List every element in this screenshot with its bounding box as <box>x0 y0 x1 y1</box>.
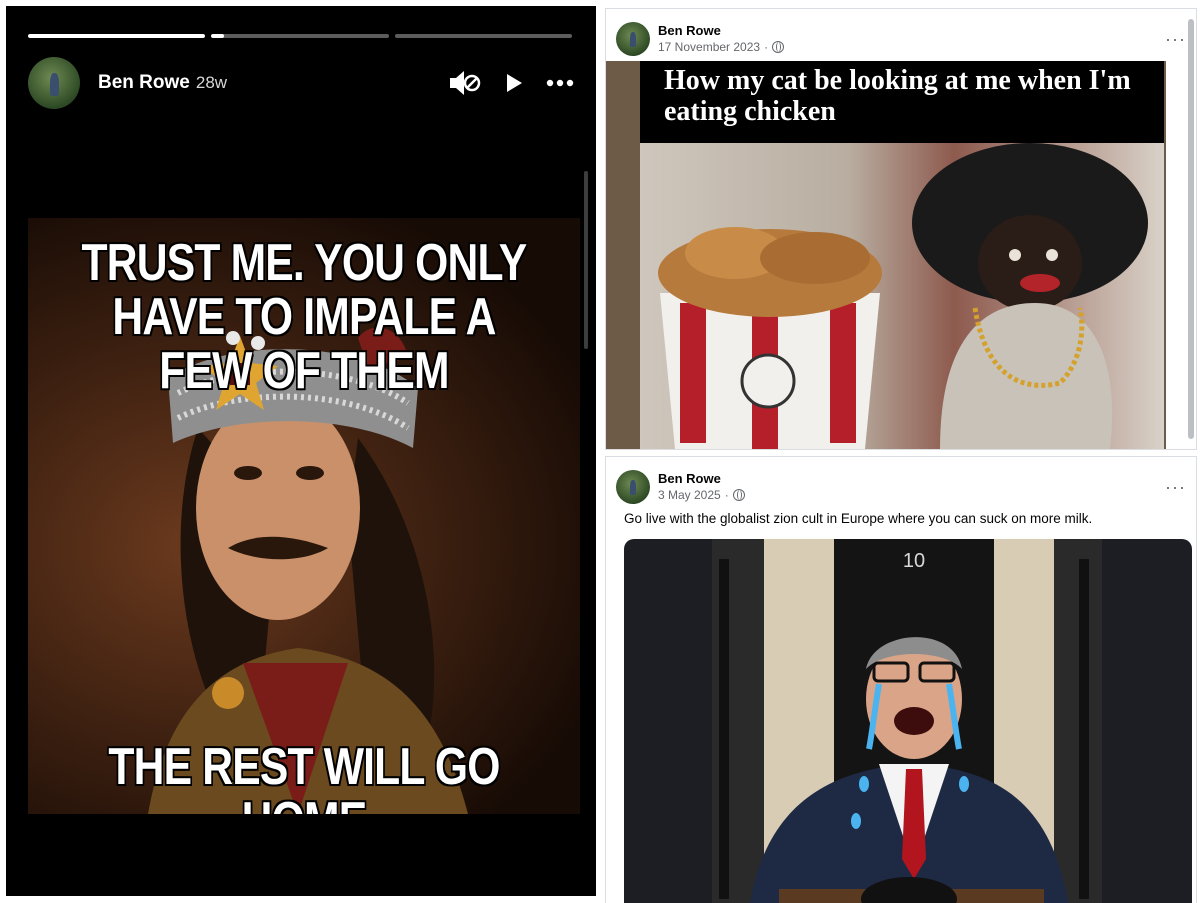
door-number: 10 <box>903 550 925 572</box>
facebook-post: Ben Rowe 17 November 2023 · ··· How my ca… <box>605 8 1197 450</box>
story-progress-segment <box>28 34 206 38</box>
avatar[interactable] <box>28 57 80 109</box>
story-scrollbar[interactable] <box>584 171 588 349</box>
more-options-button[interactable]: ··· <box>1165 478 1186 496</box>
avatar[interactable] <box>616 22 650 56</box>
story-progress <box>28 34 572 39</box>
avatar[interactable] <box>616 470 650 504</box>
post-author-name[interactable]: Ben Rowe <box>658 23 784 39</box>
post-author-name[interactable]: Ben Rowe <box>658 471 745 487</box>
post-date[interactable]: 3 May 2025 <box>658 487 721 503</box>
story-progress-segment <box>394 34 572 38</box>
meme-top-text: TRUST ME. YOU ONLY HAVE TO IMPALE A FEW … <box>81 234 528 400</box>
globe-icon <box>732 489 745 501</box>
story-meme-image: TRUST ME. YOU ONLY HAVE TO IMPALE A FEW … <box>28 218 580 814</box>
facebook-post: Ben Rowe 3 May 2025 · ··· Go live with th… <box>605 456 1197 903</box>
play-icon[interactable] <box>504 72 524 94</box>
more-icon[interactable] <box>546 79 574 87</box>
post-text: Go live with the globalist zion cult in … <box>624 511 1093 526</box>
meme-caption: How my cat be looking at me when I'm eat… <box>640 61 1164 143</box>
story-progress-segment <box>211 34 389 38</box>
post-date[interactable]: 17 November 2023 <box>658 39 760 55</box>
page-scrollbar[interactable] <box>1188 19 1194 439</box>
meme-photo <box>640 143 1164 449</box>
post-header: Ben Rowe 17 November 2023 · ··· <box>616 17 1186 61</box>
story-author-name[interactable]: Ben Rowe <box>98 72 190 94</box>
meme-bottom-text: THE REST WILL GO HOME <box>108 738 500 814</box>
post-meme-image[interactable]: How my cat be looking at me when I'm eat… <box>606 61 1166 449</box>
more-options-button[interactable]: ··· <box>1165 30 1186 48</box>
post-header: Ben Rowe 3 May 2025 · ··· <box>616 465 1186 509</box>
separator-dot: · <box>764 40 769 54</box>
story-header: Ben Rowe 28w <box>28 56 580 110</box>
post-image[interactable]: 10 <box>624 539 1192 903</box>
mute-icon[interactable] <box>448 68 482 98</box>
globe-icon <box>772 41 785 53</box>
story-viewer: Ben Rowe 28w TRUST ME. YOU ONLY HAVE TO … <box>6 6 596 896</box>
story-age: 28w <box>195 73 228 92</box>
separator-dot: · <box>724 488 729 502</box>
